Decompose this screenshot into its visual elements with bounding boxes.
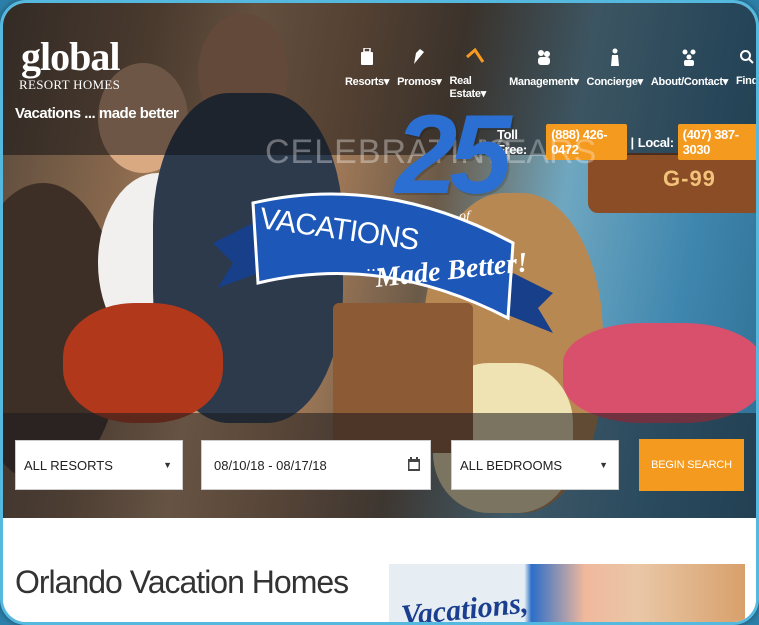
nav-label: Resorts▾ (345, 76, 390, 88)
tagline: Vacations ... made better (15, 105, 179, 122)
date-range-field[interactable]: 08/10/18 - 08/17/18 (201, 440, 431, 490)
group-icon (679, 47, 699, 67)
nav-about-contact[interactable]: About/Contact▾ (647, 47, 732, 100)
hero-photo-shape (63, 303, 223, 423)
nav-label: Promos▾ (397, 76, 442, 88)
nav-management[interactable]: Management▾ (505, 47, 582, 100)
luggage-icon (357, 47, 377, 67)
bedrooms-select-value: ALL BEDROOMS (460, 457, 563, 473)
date-range-value: 08/10/18 - 08/17/18 (214, 457, 327, 473)
nav-label: About/Contact▾ (650, 76, 728, 88)
bedrooms-select[interactable]: ALL BEDROOMS ▼ (451, 440, 619, 490)
nav-find[interactable]: Find (732, 47, 758, 100)
concierge-icon (605, 47, 625, 67)
hero-banner: global RESORT HOMES Vacations ... made b… (3, 3, 758, 518)
chevron-down-icon: ▼ (163, 460, 172, 470)
calendar-icon (408, 456, 420, 474)
logo-wordmark[interactable]: global (21, 37, 120, 77)
local-label: Local: (637, 134, 674, 150)
resort-select-value: ALL RESORTS (24, 457, 113, 473)
contact-separator: | (630, 134, 635, 150)
nav-label: Concierge▾ (586, 76, 644, 88)
search-icon (737, 47, 756, 67)
logo-subtitle: RESORT HOMES (19, 77, 121, 92)
page-title: Orlando Vacation Homes (15, 564, 349, 600)
page-frame: global RESORT HOMES Vacations ... made b… (0, 0, 759, 625)
nav-resorts[interactable]: Resorts▾ (341, 47, 393, 100)
resort-select[interactable]: ALL RESORTS ▼ (15, 440, 183, 490)
begin-search-button[interactable]: BEGIN SEARCH (639, 439, 744, 491)
nav-label: Management▾ (509, 76, 579, 88)
hero-photo-shape (563, 323, 756, 423)
local-phone-link[interactable]: (407) 387-3030 (677, 124, 756, 160)
house-icon (465, 47, 485, 67)
nav-label: Find (735, 75, 758, 87)
nav-concierge[interactable]: Concierge▾ (583, 47, 647, 100)
people-icon (534, 47, 554, 67)
boat-label: G-99 (663, 166, 716, 191)
tag-icon (409, 47, 429, 67)
chevron-down-icon: ▼ (599, 460, 608, 470)
